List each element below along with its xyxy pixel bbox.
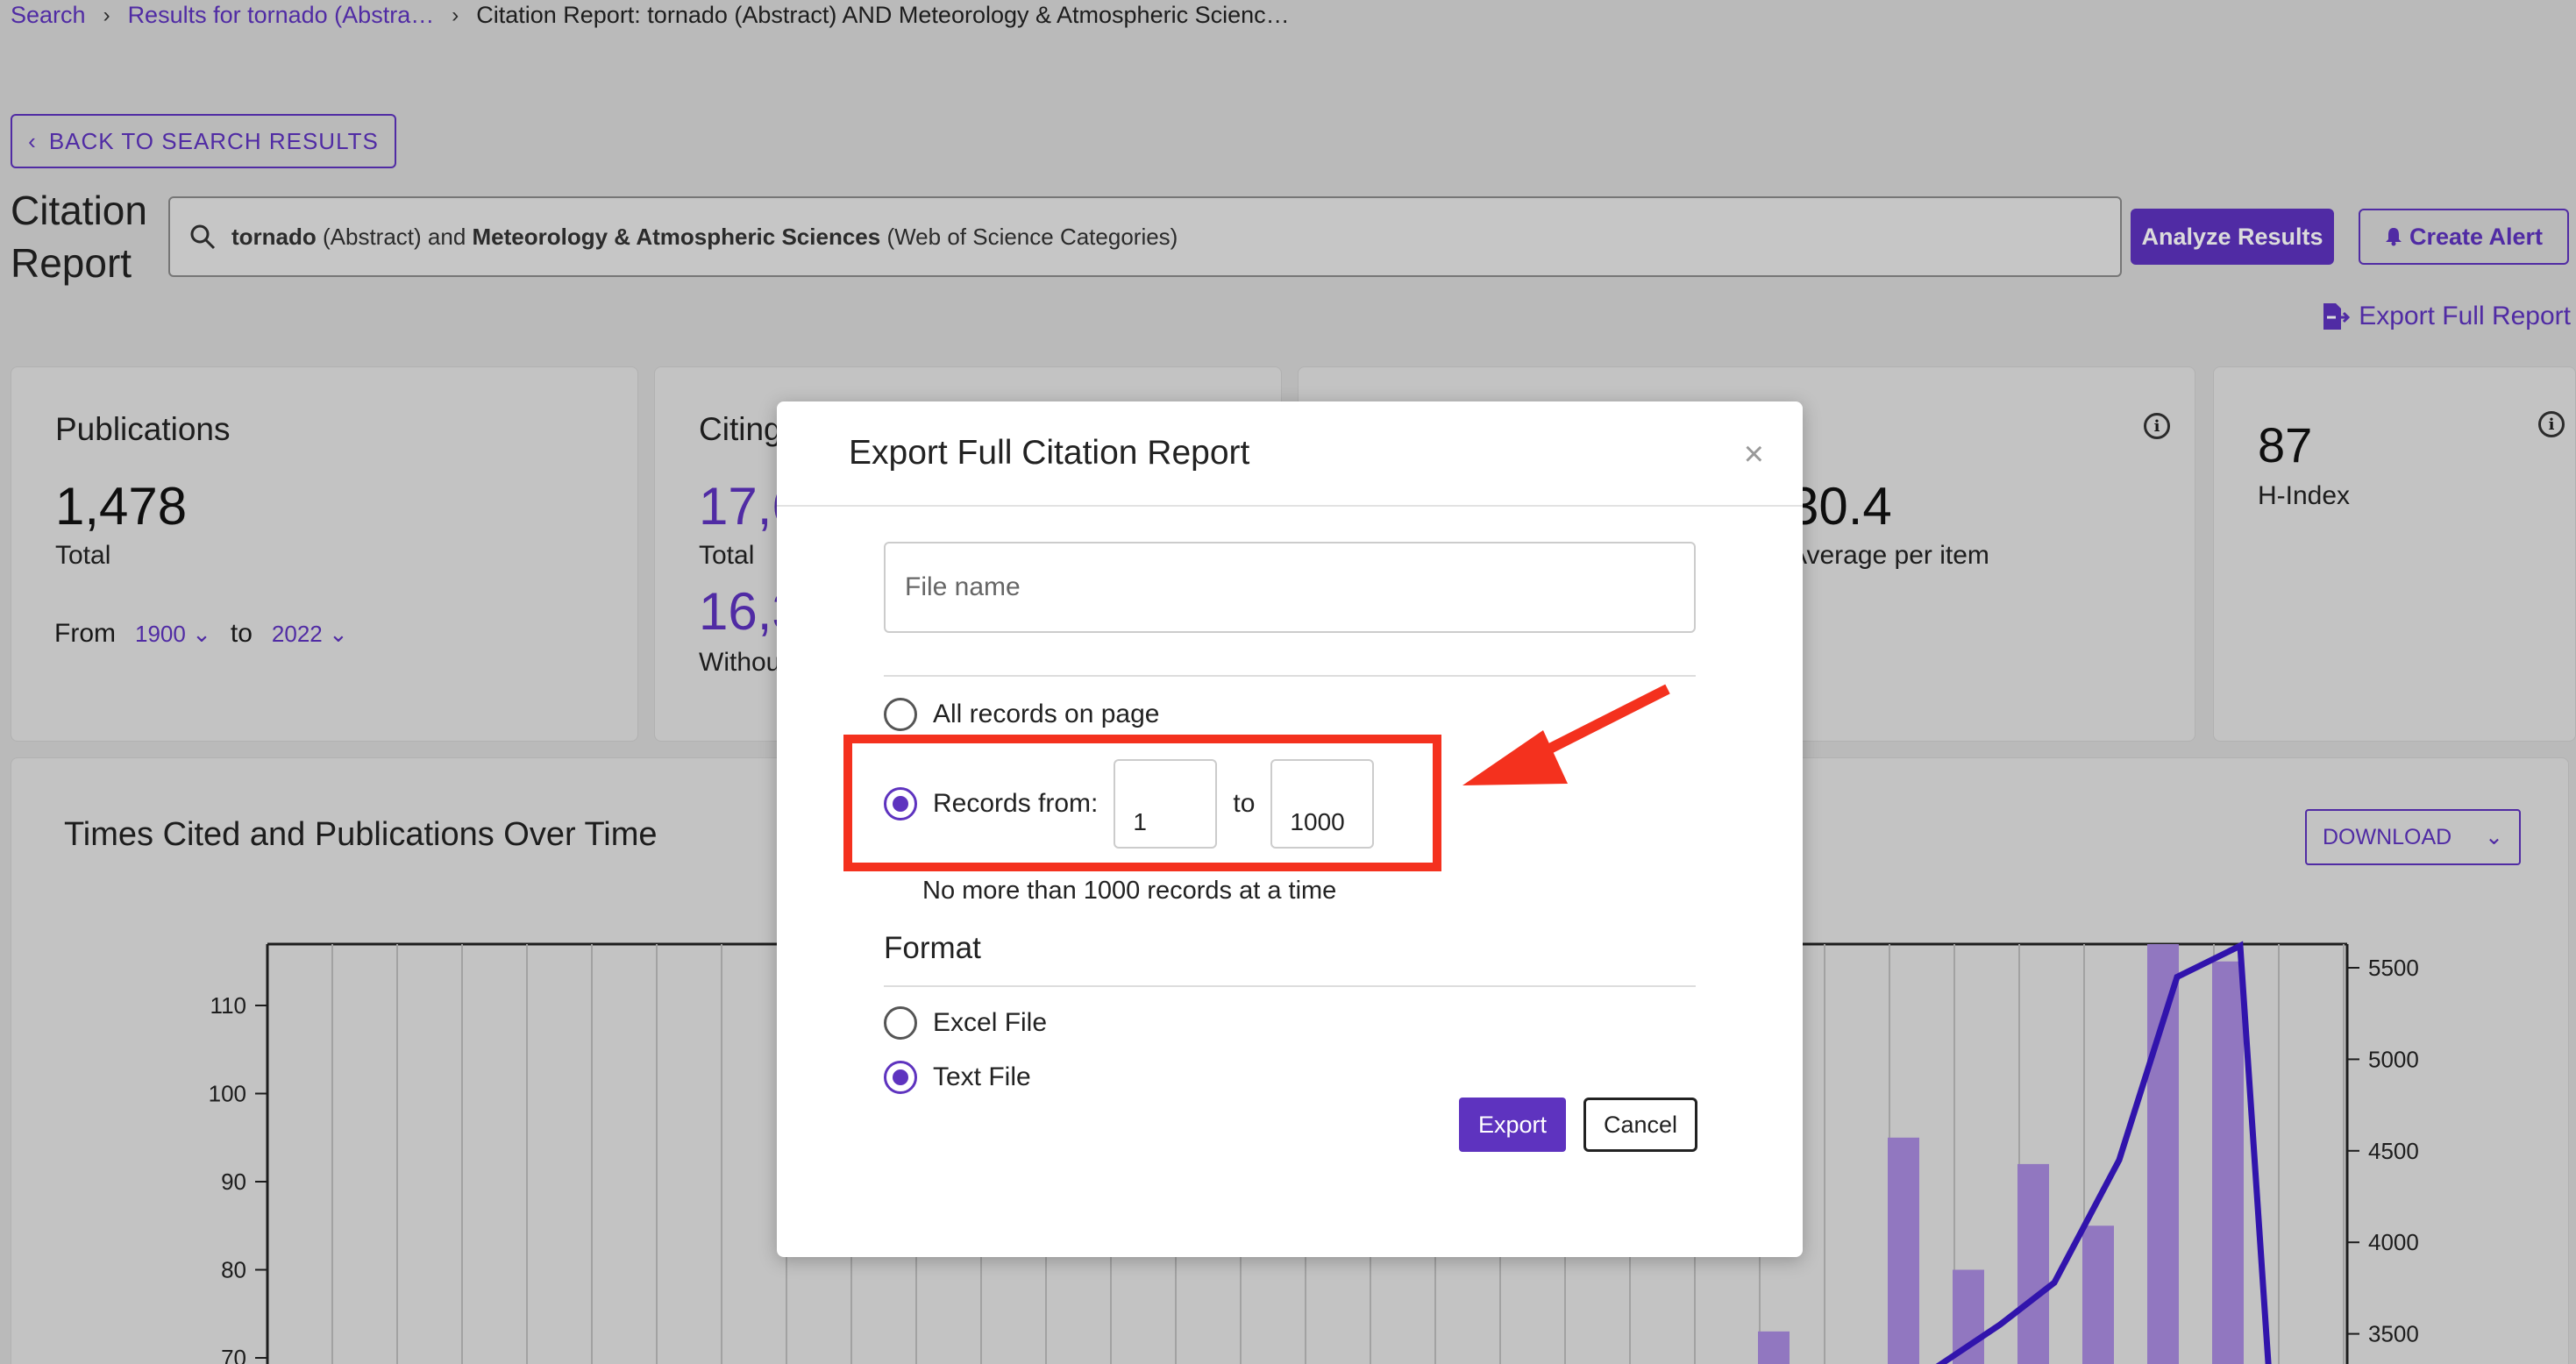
dialog-title: Export Full Citation Report xyxy=(849,434,1250,472)
excel-format-option[interactable]: Excel File xyxy=(884,1006,1047,1040)
format-label: Format xyxy=(884,931,981,965)
all-records-option[interactable]: All records on page xyxy=(884,698,1160,731)
cancel-button[interactable]: Cancel xyxy=(1583,1098,1697,1152)
dialog-header: Export Full Citation Report × xyxy=(777,401,1803,507)
red-arrow-icon xyxy=(1462,684,1670,785)
text-format-option[interactable]: Text File xyxy=(884,1061,1031,1094)
all-records-label: All records on page xyxy=(933,700,1160,728)
text-format-radio[interactable] xyxy=(884,1061,917,1094)
export-button[interactable]: Export xyxy=(1459,1098,1566,1152)
all-records-radio[interactable] xyxy=(884,698,917,731)
divider xyxy=(884,675,1696,677)
records-limit-hint: No more than 1000 records at a time xyxy=(922,877,1337,905)
excel-format-radio[interactable] xyxy=(884,1006,917,1040)
records-range-highlight xyxy=(843,735,1441,871)
text-format-label: Text File xyxy=(933,1062,1031,1091)
divider xyxy=(884,985,1696,987)
file-name-input[interactable] xyxy=(884,542,1696,633)
close-icon[interactable]: × xyxy=(1744,435,1764,474)
excel-format-label: Excel File xyxy=(933,1008,1048,1037)
